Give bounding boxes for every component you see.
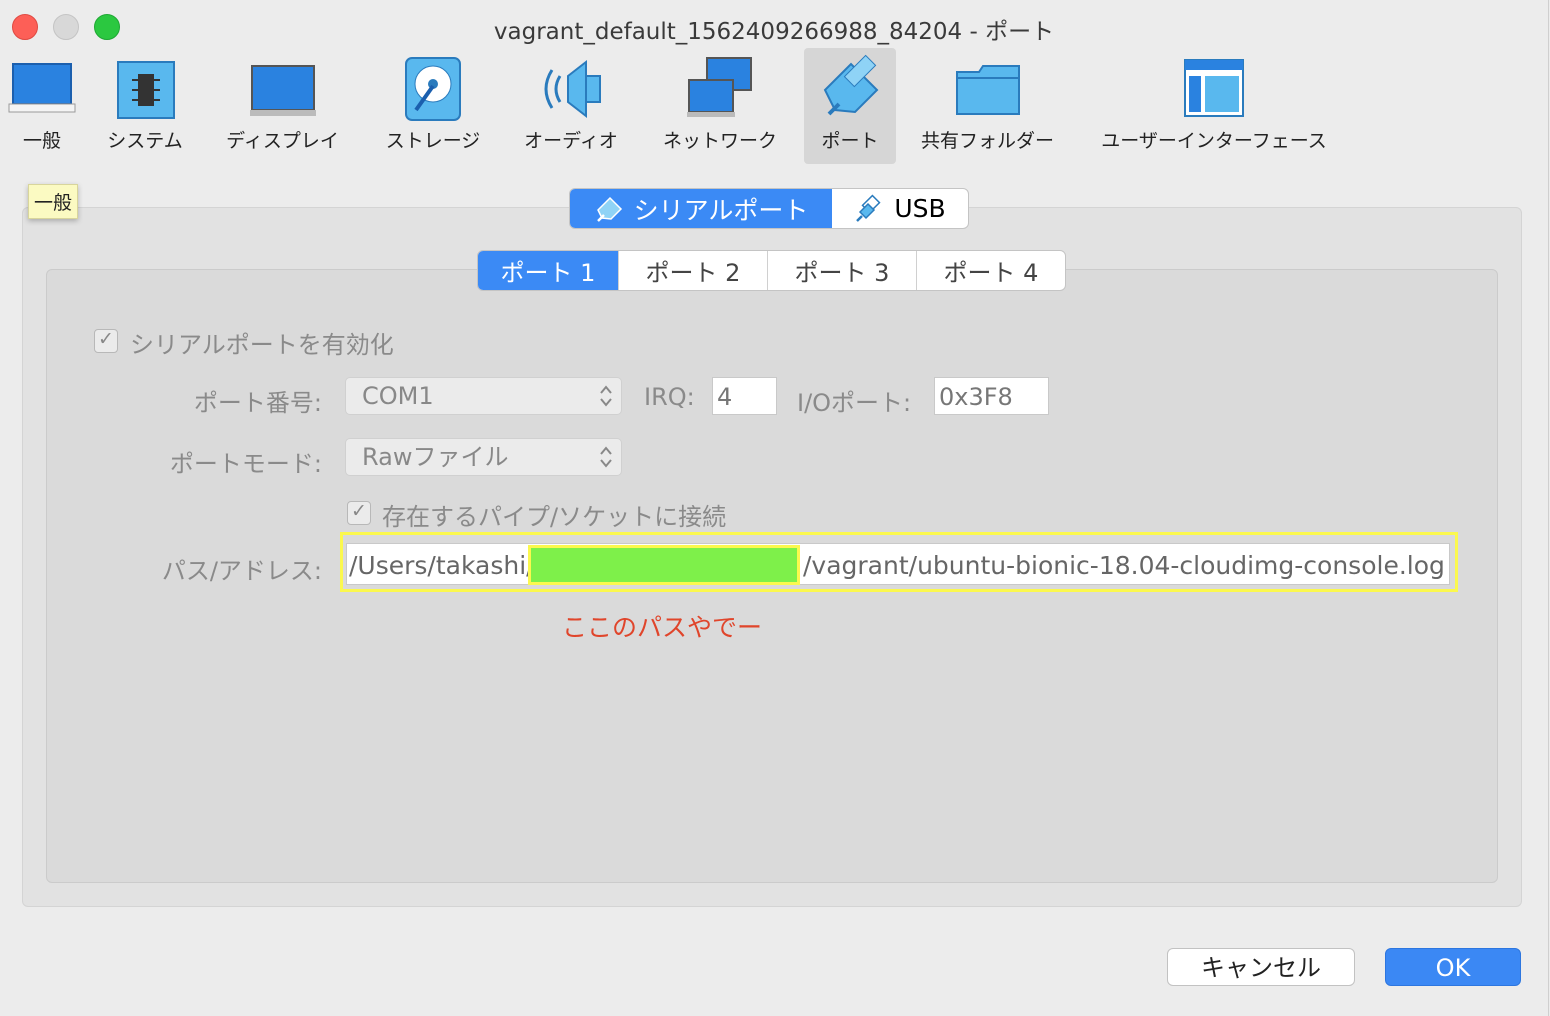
- path-prefix-text: /Users/takashi/: [349, 551, 535, 580]
- port-number-select[interactable]: COM1: [345, 377, 622, 415]
- connect-existing-pipe-checkbox[interactable]: [347, 500, 371, 525]
- ok-button[interactable]: OK: [1385, 948, 1521, 986]
- network-icon: [687, 57, 752, 117]
- port-mode-label: ポートモード:: [169, 450, 322, 478]
- toolbar-item-display[interactable]: ディスプレイ: [220, 48, 345, 164]
- serial-port-icon: [823, 54, 879, 116]
- toolbar-item-system[interactable]: システム: [100, 48, 190, 164]
- toolbar-item-audio[interactable]: オーディオ: [515, 48, 627, 164]
- monitor-general-icon: [8, 63, 76, 113]
- port-type-segmented-control: シリアルポート USB: [569, 188, 969, 229]
- path-address-label: パス/アドレス:: [161, 557, 322, 585]
- port-mode-select[interactable]: Rawファイル: [345, 438, 622, 476]
- window-title: vagrant_default_1562409266988_84204 - ポー…: [493, 19, 1055, 45]
- tab-serial-label: シリアルポート: [633, 195, 809, 225]
- serial-port-icon: [596, 196, 622, 222]
- tab-port-4[interactable]: ポート 4: [916, 251, 1065, 290]
- toolbar-item-general[interactable]: 一般: [2, 48, 82, 164]
- settings-window: vagrant_default_1562409266988_84204 - ポー…: [0, 0, 1549, 1016]
- port-number-value: COM1: [362, 382, 434, 410]
- toolbar-label-general: 一般: [22, 130, 61, 152]
- user-interface-icon: [1184, 59, 1244, 117]
- title-bar: vagrant_default_1562409266988_84204 - ポー…: [0, 0, 1548, 52]
- tab-port-2[interactable]: ポート 2: [618, 251, 767, 290]
- usb-icon: [856, 193, 881, 222]
- redaction-block: [528, 545, 800, 585]
- io-port-label: I/Oポート:: [797, 389, 912, 417]
- connect-existing-pipe-label: 存在するパイプ/ソケットに接続: [382, 503, 727, 531]
- chip-system-icon: [117, 61, 175, 119]
- toolbar-item-ports[interactable]: ポート: [804, 48, 896, 164]
- annotation-note: ここのパスやでー: [562, 613, 763, 642]
- tab-usb-label: USB: [894, 194, 946, 223]
- irq-label: IRQ:: [644, 383, 695, 411]
- tab-port-1[interactable]: ポート 1: [478, 251, 618, 290]
- irq-field[interactable]: 4: [712, 377, 777, 415]
- chevron-up-down-icon: [600, 446, 612, 468]
- port-mode-value: Rawファイル: [362, 443, 509, 471]
- tab-serial-ports[interactable]: シリアルポート: [570, 189, 832, 228]
- settings-toolbar: 一般 システム ディスプレイ ストレージ オーディオ ネットワーク ポート 共有…: [0, 48, 1548, 166]
- enable-serial-port-label: シリアルポートを有効化: [130, 331, 394, 359]
- tab-usb[interactable]: USB: [832, 189, 968, 228]
- storage-disk-icon: [405, 57, 461, 121]
- toolbar-item-storage[interactable]: ストレージ: [378, 48, 488, 164]
- tooltip: 一般: [28, 184, 79, 219]
- shared-folder-icon: [955, 65, 1020, 115]
- toolbar-label-user-interface: ユーザーインターフェース: [1101, 130, 1327, 152]
- io-port-field[interactable]: 0x3F8: [934, 377, 1049, 415]
- toolbar-label-storage: ストレージ: [385, 130, 481, 152]
- cancel-button[interactable]: キャンセル: [1167, 948, 1355, 986]
- port-number-tabs: ポート 1 ポート 2 ポート 3 ポート 4: [477, 250, 1066, 291]
- toolbar-label-shared-folders: 共有フォルダー: [920, 130, 1054, 152]
- enable-serial-port-checkbox[interactable]: [94, 328, 118, 353]
- toolbar-label-audio: オーディオ: [524, 130, 618, 152]
- toolbar-item-network[interactable]: ネットワーク: [655, 48, 785, 164]
- display-icon: [249, 65, 316, 116]
- toolbar-item-shared-folders[interactable]: 共有フォルダー: [915, 48, 1060, 164]
- speaker-audio-icon: [544, 59, 601, 119]
- tab-port-3[interactable]: ポート 3: [767, 251, 916, 290]
- toolbar-item-user-interface[interactable]: ユーザーインターフェース: [1095, 48, 1333, 164]
- path-suffix-text: /vagrant/ubuntu-bionic-18.04-cloudimg-co…: [803, 551, 1445, 580]
- toolbar-label-ports: ポート: [821, 130, 879, 152]
- port-number-label: ポート番号:: [193, 389, 322, 417]
- chevron-up-down-icon: [600, 385, 612, 407]
- toolbar-label-system: システム: [107, 130, 183, 152]
- toolbar-label-network: ネットワーク: [662, 130, 777, 152]
- toolbar-label-display: ディスプレイ: [226, 130, 339, 152]
